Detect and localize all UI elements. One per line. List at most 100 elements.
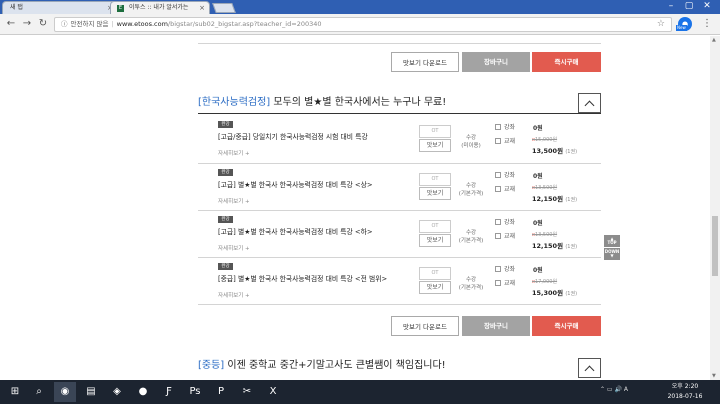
windows-taskbar: ⊞ ⌕ ◉ ▤ ◈ ● Ƒ Ps P ✂ X ⌃ ▭ 🔊 A 오후 2:20 2… <box>0 380 720 404</box>
page-content: 맛보기 다운로드 장바구니 즉시구매 [한국사능력검정] 모두의 별★별 한국사… <box>0 36 710 380</box>
forward-arrow-icon[interactable]: → <box>20 17 34 31</box>
tab-title: 새 탭 <box>10 4 23 11</box>
preview-button[interactable]: 맛보기 <box>419 281 451 294</box>
status-badge: 완강 <box>218 216 233 223</box>
scroll-up-arrow-icon[interactable]: ▲ <box>712 37 716 43</box>
original-price: x17,000원 <box>532 279 558 285</box>
course-title[interactable]: [중급] 별★별 한국사 한국사능력검정 대비 특강 <전 범위> <box>218 273 387 283</box>
security-label: 안전하지 않음 <box>70 20 109 28</box>
sale-price: 13,500원 (1권) <box>532 147 578 155</box>
file-explorer-icon[interactable]: ▤ <box>80 382 102 402</box>
buy-now-button[interactable]: 즉시구매 <box>532 52 601 72</box>
sale-price: 12,150원 (1권) <box>532 242 578 250</box>
sample-download-button[interactable]: 맛보기 다운로드 <box>391 316 459 336</box>
close-window-icon[interactable]: ✕ <box>698 0 716 13</box>
section-underline <box>198 113 601 114</box>
ot-button[interactable]: OT <box>419 220 451 233</box>
preview-button[interactable]: 맛보기 <box>419 187 451 200</box>
new-tab-button[interactable] <box>212 3 236 13</box>
details-link[interactable]: 자세히보기 + <box>218 291 250 299</box>
textbook-checkbox[interactable]: 교재 <box>495 136 515 145</box>
browser-menu-icon[interactable]: ⋮ <box>700 17 714 31</box>
bottom-button-bar: 맛보기 다운로드 장바구니 즉시구매 <box>391 316 601 336</box>
info-icon[interactable]: ⓘ <box>61 20 68 28</box>
minimize-icon[interactable]: – <box>662 0 680 13</box>
scroll-down-button[interactable]: DOWN ▼ <box>604 248 620 260</box>
address-bar[interactable]: ⓘ 안전하지 않음 | www.etoos.com/bigstar/sub02_big… <box>54 17 672 32</box>
extension-new-badge: New <box>676 25 687 31</box>
sample-download-button[interactable]: 맛보기 다운로드 <box>391 52 459 72</box>
kakaotalk-icon[interactable]: ● <box>132 382 154 402</box>
chrome-icon[interactable]: ◉ <box>54 382 76 402</box>
close-tab-icon[interactable]: × <box>199 2 205 14</box>
sale-price: 12,150원 (1권) <box>532 195 578 203</box>
address-separator: | <box>111 20 114 28</box>
course-row: 완강 [고급] 별★별 한국사 한국사능력검정 대비 특강 <상> 자세히보기 … <box>198 164 601 211</box>
system-tray[interactable]: ⌃ ▭ 🔊 A <box>600 386 628 393</box>
course-checkbox[interactable]: 강좌 <box>495 170 515 179</box>
details-link[interactable]: 자세히보기 + <box>218 197 250 205</box>
course-price: 0원 <box>533 220 543 227</box>
scroll-down-arrow-icon[interactable]: ▼ <box>712 373 716 379</box>
page-scrollbar[interactable]: ▲ ▼ <box>710 36 720 380</box>
status-badge: 완강 <box>218 263 233 270</box>
ftp-icon[interactable]: Ƒ <box>158 382 180 402</box>
course-row: 완강 [고급/중급] 당일치기 한국사능력검정 시험 대비 특강 자세히보기 +… <box>198 116 601 163</box>
original-price: x13,500원 <box>532 232 558 238</box>
ot-button[interactable]: OT <box>419 267 451 280</box>
clock-date: 2018-07-16 <box>667 393 703 400</box>
taskbar-clock[interactable]: 오후 2:20 2018-07-16 <box>664 382 706 402</box>
etoos-favicon-icon: E <box>117 5 124 12</box>
bookmark-star-icon[interactable]: ☆ <box>657 18 665 31</box>
ot-button[interactable]: OT <box>419 125 451 138</box>
course-title[interactable]: [고급/중급] 당일치기 한국사능력검정 시험 대비 특강 <box>218 131 368 141</box>
section-tag: [한국사능력검정] <box>198 97 271 108</box>
divider <box>198 43 601 44</box>
powerpoint-icon[interactable]: P <box>210 382 232 402</box>
maximize-icon[interactable]: ▢ <box>680 0 698 13</box>
buy-now-button[interactable]: 즉시구매 <box>532 316 601 336</box>
details-link[interactable]: 자세히보기 + <box>218 149 250 157</box>
tab-etoos[interactable]: E 이투스 :: 내가 알서가는 × <box>110 1 210 14</box>
scrollbar-thumb[interactable] <box>712 216 718 276</box>
excel-icon[interactable]: X <box>262 382 284 402</box>
photoshop-icon[interactable]: Ps <box>184 382 206 402</box>
original-price: x15,000원 <box>532 137 558 143</box>
app-icon[interactable]: ◈ <box>106 382 128 402</box>
cart-button[interactable]: 장바구니 <box>462 316 530 336</box>
windows-start-icon[interactable]: ⊞ <box>4 382 26 402</box>
sale-price: 15,300원 (1권) <box>532 289 578 297</box>
tab-new-tab[interactable]: 새 탭 × <box>2 1 118 14</box>
course-checkbox[interactable]: 강좌 <box>495 217 515 226</box>
enroll-mode: 수강 (기본가격) <box>458 183 484 197</box>
search-icon[interactable]: ⌕ <box>28 382 50 402</box>
cart-button[interactable]: 장바구니 <box>462 52 530 72</box>
textbook-checkbox[interactable]: 교재 <box>495 278 515 287</box>
top-button-bar: 맛보기 다운로드 장바구니 즉시구매 <box>391 52 601 72</box>
course-price: 0원 <box>533 267 543 274</box>
status-badge: 완강 <box>218 169 233 176</box>
course-title[interactable]: [고급] 별★별 한국사 한국사능력검정 대비 특강 <하> <box>218 226 373 236</box>
textbook-checkbox[interactable]: 교재 <box>495 231 515 240</box>
collapse-button[interactable] <box>578 93 601 113</box>
browser-tab-strip: 새 탭 × E 이투스 :: 내가 알서가는 × –▢✕ <box>0 0 720 14</box>
snipping-tool-icon[interactable]: ✂ <box>236 382 258 402</box>
course-checkbox[interactable]: 강좌 <box>495 264 515 273</box>
course-title[interactable]: [고급] 별★별 한국사 한국사능력검정 대비 특강 <상> <box>218 179 373 189</box>
textbook-checkbox[interactable]: 교재 <box>495 184 515 193</box>
enroll-mode: 수강 (기본가격) <box>458 277 484 291</box>
back-arrow-icon[interactable]: ← <box>4 17 18 31</box>
course-price: 0원 <box>533 173 543 180</box>
extension-icon[interactable]: ● New <box>676 17 692 31</box>
collapse-button[interactable] <box>578 358 601 378</box>
details-link[interactable]: 자세히보기 + <box>218 244 250 252</box>
course-row: 완강 [고급] 별★별 한국사 한국사능력검정 대비 특강 <하> 자세히보기 … <box>198 211 601 258</box>
scroll-top-button[interactable]: ▲ TOP <box>604 235 620 247</box>
reload-icon[interactable]: ↻ <box>36 17 50 31</box>
preview-button[interactable]: 맛보기 <box>419 234 451 247</box>
preview-button[interactable]: 맛보기 <box>419 139 451 152</box>
ot-button[interactable]: OT <box>419 173 451 186</box>
browser-toolbar: ← → ↻ ⓘ 안전하지 않음 | www.etoos.com/bigstar/sub… <box>0 14 720 35</box>
section-title-middle-school: [중등] 이젠 중학교 중간+기말고사도 큰별쌤이 책임집니다! <box>198 356 446 371</box>
course-checkbox[interactable]: 강좌 <box>495 122 515 131</box>
